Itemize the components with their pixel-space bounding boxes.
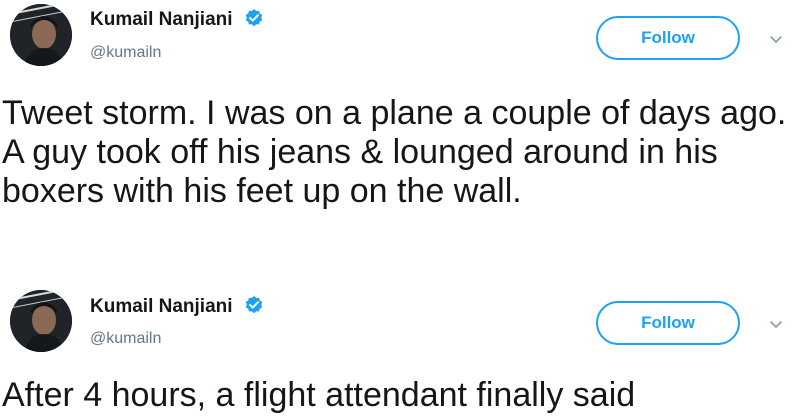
user-handle[interactable]: @kumailn bbox=[90, 44, 161, 62]
chevron-down-icon[interactable] bbox=[768, 317, 784, 333]
avatar[interactable] bbox=[10, 290, 72, 352]
tweet-text: After 4 hours, a flight attendant finall… bbox=[2, 376, 636, 414]
tweet-text: Tweet storm. I was on a plane a couple o… bbox=[2, 94, 787, 210]
user-name[interactable]: Kumail Nanjiani bbox=[90, 295, 264, 318]
avatar-image bbox=[10, 4, 72, 66]
user-name[interactable]: Kumail Nanjiani bbox=[90, 8, 264, 31]
avatar-image bbox=[10, 290, 72, 352]
user-handle[interactable]: @kumailn bbox=[90, 330, 161, 348]
verified-badge-icon bbox=[245, 9, 263, 27]
user-name-text[interactable]: Kumail Nanjiani bbox=[90, 296, 233, 317]
verified-badge-icon bbox=[245, 296, 263, 314]
avatar[interactable] bbox=[10, 4, 72, 66]
tweet-header: Kumail Nanjiani @kumailn Follow bbox=[0, 0, 800, 72]
chevron-down-icon[interactable] bbox=[768, 32, 784, 48]
user-name-text[interactable]: Kumail Nanjiani bbox=[90, 9, 233, 30]
follow-button[interactable]: Follow bbox=[596, 16, 740, 60]
tweet-thread: Kumail Nanjiani @kumailn Follow Tweet st… bbox=[0, 0, 800, 420]
tweet-header: Kumail Nanjiani @kumailn Follow bbox=[0, 282, 800, 354]
follow-button[interactable]: Follow bbox=[596, 301, 740, 345]
